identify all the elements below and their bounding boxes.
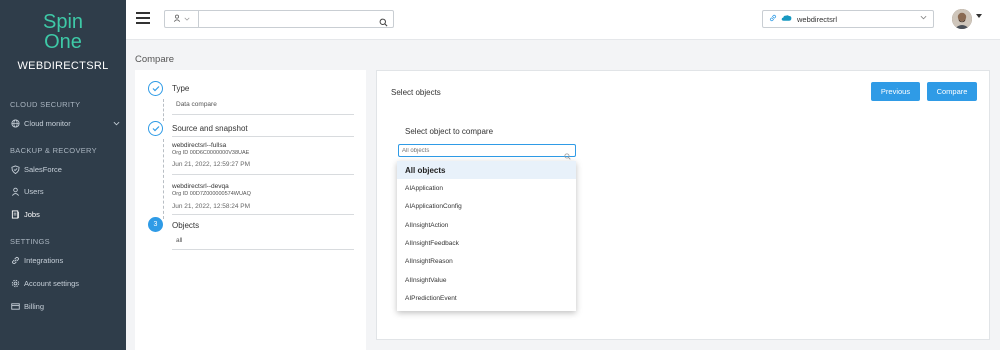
step-objects-value: all xyxy=(176,237,183,244)
step-objects-title: Objects xyxy=(172,221,200,230)
snapshot-org-id: Org ID 00D6C0000000V38UAE xyxy=(172,150,250,156)
divider xyxy=(172,136,354,137)
compare-button[interactable]: Compare xyxy=(927,82,977,101)
globe-icon xyxy=(10,118,20,128)
page-title: Compare xyxy=(135,54,175,65)
divider xyxy=(172,249,354,250)
sidebar-item-billing[interactable]: Billing xyxy=(10,298,120,314)
search-icon[interactable] xyxy=(379,14,388,32)
sidebar-item-account-settings[interactable]: Account settings xyxy=(10,275,120,291)
dropdown-option[interactable]: AIInsightValue xyxy=(397,271,576,289)
spinone-logo[interactable]: Spin One WEBDIRECTSRL xyxy=(0,12,126,72)
dropdown-option[interactable]: AIInsightFeedback xyxy=(397,234,576,252)
dropdown-option[interactable]: AIInsightAction xyxy=(397,216,576,234)
search-type-select[interactable] xyxy=(165,11,199,27)
chevron-down-icon xyxy=(184,16,190,23)
dropdown-option[interactable]: AIApplicationConfig xyxy=(397,197,576,215)
step-type-value: Data compare xyxy=(176,101,217,108)
sidebar-item-label: Integrations xyxy=(24,255,64,265)
section-backup-recovery: BACKUP & RECOVERY xyxy=(10,146,97,155)
divider xyxy=(172,174,354,175)
salesforce-cloud-icon xyxy=(781,14,792,24)
object-search-field[interactable] xyxy=(398,144,576,160)
menu-icon[interactable] xyxy=(136,12,150,24)
object-dropdown-list: All objects AIApplication AIApplicationC… xyxy=(397,161,576,311)
card-icon xyxy=(10,301,20,311)
sidebar-item-cloud-monitor[interactable]: Cloud monitor xyxy=(10,115,120,131)
step-source-title: Source and snapshot xyxy=(172,124,248,133)
panel-title: Select objects xyxy=(391,88,441,97)
snapshot-org-id: Org ID 00D7Z000000574WUAQ xyxy=(172,191,251,197)
divider xyxy=(172,114,354,115)
sidebar-item-label: SalesForce xyxy=(24,164,62,174)
sidebar-item-integrations[interactable]: Integrations xyxy=(10,252,120,268)
sidebar-item-salesforce[interactable]: SalesForce xyxy=(10,161,120,177)
dropdown-option[interactable]: AIPredictionEvent xyxy=(397,289,576,307)
dropdown-option-all-objects[interactable]: All objects xyxy=(397,161,576,179)
step-connector xyxy=(163,99,164,121)
select-object-label: Select object to compare xyxy=(405,127,494,136)
steps-panel: Type Data compare Source and snapshot we… xyxy=(135,70,366,350)
gear-icon xyxy=(10,278,20,288)
section-settings: SETTINGS xyxy=(10,237,50,246)
select-objects-panel: Select objects Previous Compare Select o… xyxy=(376,70,990,340)
search-box xyxy=(164,10,394,28)
sidebar: Spin One WEBDIRECTSRL CLOUD SECURITY Clo… xyxy=(0,0,126,350)
sidebar-item-label: Jobs xyxy=(24,209,40,219)
snapshot-date: Jun 21, 2022, 12:59:27 PM xyxy=(172,161,251,168)
object-search-input[interactable] xyxy=(402,146,552,156)
link-icon xyxy=(769,14,777,24)
caret-down-icon[interactable] xyxy=(976,14,982,18)
snapshot-date: Jun 21, 2022, 12:58:24 PM xyxy=(172,203,251,210)
previous-button[interactable]: Previous xyxy=(871,82,920,101)
section-cloud-security: CLOUD SECURITY xyxy=(10,100,81,109)
logo-line1: Spin xyxy=(42,11,84,33)
snapshot-name: webdirectsrl--fullsa xyxy=(172,142,227,149)
link-icon xyxy=(10,255,20,265)
org-name: WEBDIRECTSRL xyxy=(17,60,109,72)
user-icon xyxy=(10,186,20,196)
search-input[interactable] xyxy=(201,12,371,26)
sidebar-item-label: Account settings xyxy=(24,278,80,288)
sidebar-item-label: Cloud monitor xyxy=(24,118,71,128)
user-icon xyxy=(173,14,181,24)
top-bar: webdirectsrl xyxy=(126,0,1000,40)
sidebar-item-label: Users xyxy=(24,186,44,196)
org-selector[interactable]: webdirectsrl xyxy=(762,10,934,28)
step-type-title: Type xyxy=(172,84,190,93)
chevron-down-icon xyxy=(920,15,927,22)
avatar[interactable] xyxy=(952,9,972,29)
sidebar-item-jobs[interactable]: Jobs xyxy=(10,206,120,222)
step-complete-check-icon xyxy=(148,81,163,96)
org-selector-value: webdirectsrl xyxy=(797,14,838,24)
sidebar-item-users[interactable]: Users xyxy=(10,183,120,199)
logo-line2: One xyxy=(44,31,82,53)
dropdown-option[interactable]: AIInsightReason xyxy=(397,252,576,270)
shield-icon xyxy=(10,164,20,174)
jobs-icon xyxy=(10,209,20,219)
chevron-down-icon xyxy=(113,119,120,128)
divider xyxy=(172,214,354,215)
snapshot-name: webdirectsrl--devqa xyxy=(172,183,229,190)
step-connector xyxy=(163,139,164,219)
dropdown-option[interactable]: AIApplication xyxy=(397,179,576,197)
step-number-badge: 3 xyxy=(148,217,163,232)
step-complete-check-icon xyxy=(148,121,163,136)
sidebar-item-label: Billing xyxy=(24,301,45,311)
